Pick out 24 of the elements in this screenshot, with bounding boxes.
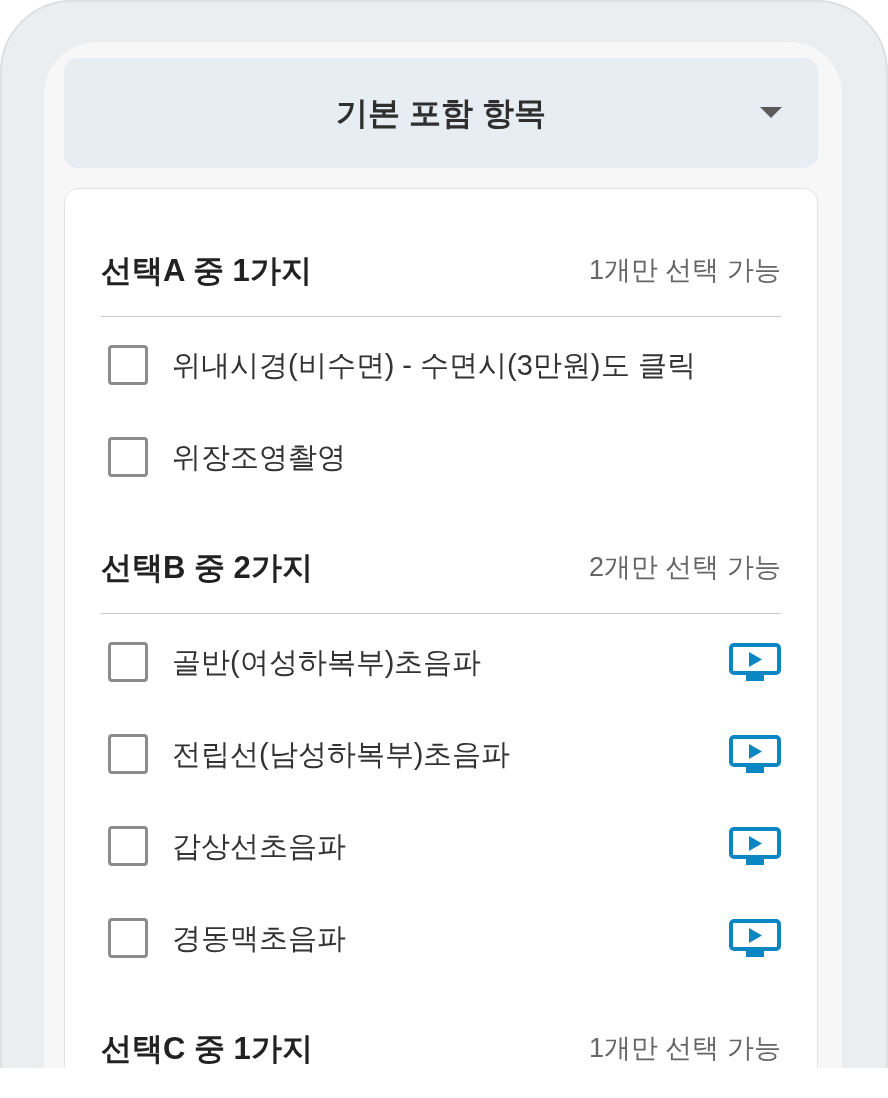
caret-icon[interactable] [760, 107, 782, 118]
section-title: 선택C 중 1가지 [101, 1032, 313, 1064]
checkbox[interactable] [108, 642, 148, 682]
monitor-play-icon[interactable] [729, 643, 781, 681]
option-label[interactable]: 위내시경(비수면) - 수면시(3만원)도 클릭 [172, 350, 696, 380]
checkbox[interactable] [108, 918, 148, 958]
checkbox[interactable] [108, 437, 148, 477]
checkbox[interactable] [108, 734, 148, 774]
checkbox[interactable] [108, 826, 148, 866]
option-label[interactable]: 경동맥초음파 [172, 923, 346, 953]
section-title: 선택B 중 2가지 [101, 551, 313, 583]
selection-limit-note: 2개만 선택 가능 [588, 553, 781, 581]
selection-limit-note: 1개만 선택 가능 [588, 1034, 781, 1062]
option-label[interactable]: 위장조영촬영 [172, 442, 346, 472]
dropdown-header[interactable]: 기본 포함 항목 [64, 58, 818, 168]
monitor-play-icon[interactable] [729, 919, 781, 957]
monitor-play-icon[interactable] [729, 735, 781, 773]
option-label[interactable]: 전립선(남성하복부)초음파 [172, 739, 511, 769]
section-title: 선택A 중 1가지 [101, 254, 312, 286]
selection-limit-note: 1개만 선택 가능 [588, 256, 781, 284]
option-label[interactable]: 갑상선초음파 [172, 831, 346, 861]
monitor-play-icon[interactable] [729, 827, 781, 865]
option-label[interactable]: 골반(여성하복부)초음파 [172, 647, 482, 677]
checkbox[interactable] [108, 345, 148, 385]
